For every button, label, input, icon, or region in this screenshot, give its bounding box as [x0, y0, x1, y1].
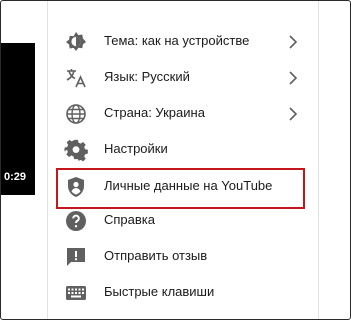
menu-item-label: Быстрые клавиши: [104, 284, 215, 299]
screenshot-frame: 0:29 Тема: как на устройстве Язык: Русск…: [0, 0, 351, 320]
menu-item-theme[interactable]: Тема: как на устройстве: [48, 24, 318, 60]
chevron-right-icon: [286, 33, 300, 51]
globe-icon: [64, 102, 88, 126]
translate-icon: [64, 66, 88, 90]
menu-item-label: Отправить отзыв: [104, 248, 208, 263]
chevron-right-icon: [286, 105, 300, 123]
feedback-icon: [64, 245, 88, 269]
menu-item-country[interactable]: Страна: Украина: [48, 96, 318, 132]
gear-icon: [64, 138, 88, 162]
menu-item-label: Язык: Русский: [104, 69, 190, 84]
shield-person-icon: [64, 175, 88, 199]
menu-item-label: Настройки: [104, 141, 168, 156]
menu-item-help[interactable]: Справка: [48, 203, 318, 239]
menu-item-settings[interactable]: Настройки: [48, 132, 318, 168]
chevron-right-icon: [286, 69, 300, 87]
theme-icon: [64, 30, 88, 54]
menu-item-keyboard-shortcuts[interactable]: Быстрые клавиши: [48, 275, 318, 311]
keyboard-icon: [64, 281, 88, 305]
menu-item-label: Личные данные на YouTube: [104, 178, 273, 193]
menu-item-label: Тема: как на устройстве: [104, 33, 250, 48]
menu-item-language[interactable]: Язык: Русский: [48, 60, 318, 96]
menu-item-your-data[interactable]: Личные данные на YouTube: [48, 169, 318, 205]
settings-dropdown-menu: Тема: как на устройстве Язык: Русский Ст…: [47, 1, 319, 319]
help-icon: [64, 209, 88, 233]
menu-item-label: Страна: Украина: [104, 105, 205, 120]
menu-item-feedback[interactable]: Отправить отзыв: [48, 239, 318, 275]
video-timestamp: 0:29: [4, 171, 27, 183]
menu-item-label: Справка: [104, 212, 155, 227]
